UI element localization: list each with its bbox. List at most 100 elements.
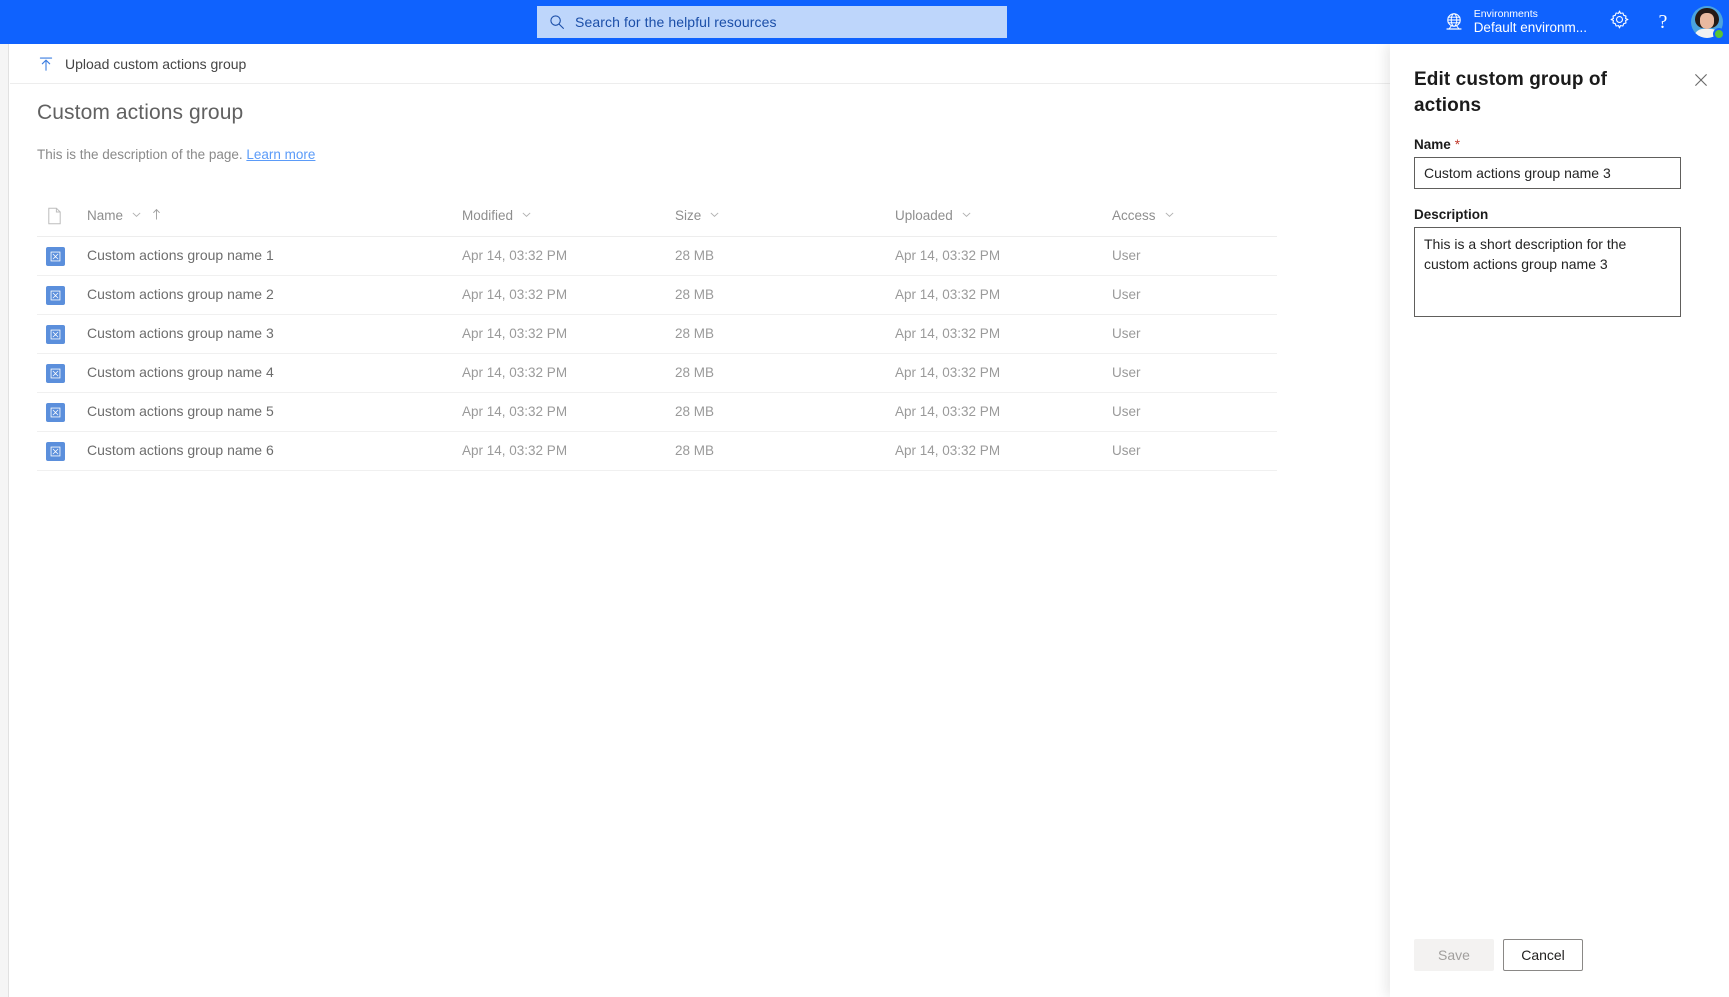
- panel-title: Edit custom group of actions: [1414, 69, 1608, 116]
- environment-value: Default environm...: [1473, 20, 1587, 36]
- custom-actions-group-icon: [46, 441, 65, 461]
- globe-icon: [1443, 11, 1465, 33]
- name-label-text: Name: [1414, 137, 1451, 152]
- row-icon-cell: [37, 402, 87, 422]
- chevron-down-icon: [1164, 208, 1175, 223]
- left-rail: [0, 44, 9, 997]
- search-icon: [549, 14, 565, 30]
- row-modified: Apr 14, 03:32 PM: [462, 365, 568, 380]
- row-name: Custom actions group name 2: [87, 286, 274, 302]
- table-row[interactable]: Custom actions group name 4 Apr 14, 03:32…: [37, 354, 1277, 393]
- chevron-down-icon: [961, 208, 972, 223]
- row-access: User: [1112, 326, 1141, 341]
- table-header-row: Name Modified Size Uploaded Access: [37, 195, 1277, 237]
- row-icon-cell: [37, 285, 87, 305]
- column-header-access-label: Access: [1112, 208, 1156, 223]
- table-row[interactable]: Custom actions group name 5 Apr 14, 03:32…: [37, 393, 1277, 432]
- chevron-down-icon: [521, 208, 532, 223]
- column-header-icon: [37, 207, 87, 225]
- row-uploaded: Apr 14, 03:32 PM: [895, 326, 1001, 341]
- row-modified: Apr 14, 03:32 PM: [462, 287, 568, 302]
- name-field-label: Name *: [1414, 137, 1705, 152]
- column-header-name[interactable]: Name: [87, 208, 462, 224]
- column-header-name-label: Name: [87, 208, 124, 223]
- name-input[interactable]: [1414, 157, 1681, 189]
- panel-header: Edit custom group of actions: [1390, 44, 1729, 118]
- environment-picker[interactable]: Environments Default environm...: [1433, 0, 1597, 44]
- row-size: 28 MB: [675, 287, 715, 302]
- row-name: Custom actions group name 3: [87, 325, 274, 341]
- suite-bar-actions: Environments Default environm... ?: [1433, 0, 1729, 44]
- table-row[interactable]: Custom actions group name 1 Apr 14, 03:32…: [37, 237, 1277, 276]
- search-placeholder: Search for the helpful resources: [575, 14, 777, 30]
- column-header-uploaded-label: Uploaded: [895, 208, 953, 223]
- row-access: User: [1112, 443, 1141, 458]
- row-access: User: [1112, 365, 1141, 380]
- table-row[interactable]: Custom actions group name 6 Apr 14, 03:32…: [37, 432, 1277, 471]
- table-body: Custom actions group name 1 Apr 14, 03:32…: [37, 237, 1277, 471]
- column-header-uploaded[interactable]: Uploaded: [895, 208, 1112, 223]
- account-menu-button[interactable]: [1685, 0, 1729, 44]
- chevron-down-icon: [709, 208, 720, 223]
- panel-close-button[interactable]: [1685, 66, 1717, 98]
- custom-actions-group-icon: [46, 402, 65, 422]
- required-marker: *: [1454, 137, 1461, 152]
- row-modified: Apr 14, 03:32 PM: [462, 326, 568, 341]
- page-description-text: This is the description of the page.: [37, 147, 243, 162]
- row-uploaded: Apr 14, 03:32 PM: [895, 404, 1001, 419]
- row-uploaded: Apr 14, 03:32 PM: [895, 287, 1001, 302]
- panel-footer: Save Cancel: [1390, 939, 1729, 997]
- upload-button-label: Upload custom actions group: [65, 55, 247, 72]
- description-field-label: Description: [1414, 207, 1705, 222]
- row-uploaded: Apr 14, 03:32 PM: [895, 443, 1001, 458]
- row-icon-cell: [37, 246, 87, 266]
- table-row[interactable]: Custom actions group name 2 Apr 14, 03:32…: [37, 276, 1277, 315]
- panel-body: Name * Description: [1390, 137, 1729, 322]
- row-icon-cell: [37, 324, 87, 344]
- row-access: User: [1112, 404, 1141, 419]
- sort-ascending-icon: [151, 208, 162, 224]
- cancel-button[interactable]: Cancel: [1503, 939, 1583, 971]
- row-access: User: [1112, 287, 1141, 302]
- column-header-modified-label: Modified: [462, 208, 514, 223]
- help-button[interactable]: ?: [1641, 0, 1685, 44]
- custom-actions-group-icon: [46, 285, 65, 305]
- row-icon-cell: [37, 441, 87, 461]
- edit-custom-group-panel: Edit custom group of actions Name * Desc…: [1390, 44, 1729, 997]
- upload-icon: [38, 56, 54, 72]
- global-search-box[interactable]: Search for the helpful resources: [537, 6, 1007, 38]
- row-size: 28 MB: [675, 404, 715, 419]
- document-icon: [46, 207, 63, 225]
- learn-more-link[interactable]: Learn more: [246, 147, 315, 162]
- settings-button[interactable]: [1597, 0, 1641, 44]
- row-icon-cell: [37, 363, 87, 383]
- row-name: Custom actions group name 1: [87, 247, 274, 263]
- row-name: Custom actions group name 5: [87, 403, 274, 419]
- column-header-modified[interactable]: Modified: [462, 208, 675, 223]
- environment-label: Environments: [1473, 7, 1538, 20]
- gear-icon: [1609, 9, 1630, 35]
- page-title: Custom actions group: [37, 101, 244, 124]
- suite-bar: Search for the helpful resources Environ…: [0, 0, 1729, 44]
- upload-custom-actions-group-button[interactable]: Upload custom actions group: [10, 44, 256, 84]
- custom-actions-group-table: Name Modified Size Uploaded Access Custo…: [37, 195, 1277, 471]
- save-button[interactable]: Save: [1414, 939, 1494, 971]
- table-row[interactable]: Custom actions group name 3 Apr 14, 03:32…: [37, 315, 1277, 354]
- row-size: 28 MB: [675, 443, 715, 458]
- presence-badge-available: [1713, 28, 1725, 40]
- help-icon: ?: [1658, 11, 1668, 33]
- description-textarea[interactable]: [1414, 227, 1681, 317]
- row-uploaded: Apr 14, 03:32 PM: [895, 248, 1001, 263]
- row-modified: Apr 14, 03:32 PM: [462, 248, 568, 263]
- close-icon: [1694, 73, 1708, 92]
- row-size: 28 MB: [675, 326, 715, 341]
- custom-actions-group-icon: [46, 363, 65, 383]
- row-modified: Apr 14, 03:32 PM: [462, 443, 568, 458]
- column-header-access[interactable]: Access: [1112, 208, 1262, 223]
- row-access: User: [1112, 248, 1141, 263]
- row-size: 28 MB: [675, 248, 715, 263]
- row-name: Custom actions group name 6: [87, 442, 274, 458]
- chevron-down-icon: [131, 208, 142, 223]
- row-uploaded: Apr 14, 03:32 PM: [895, 365, 1001, 380]
- column-header-size[interactable]: Size: [675, 208, 895, 223]
